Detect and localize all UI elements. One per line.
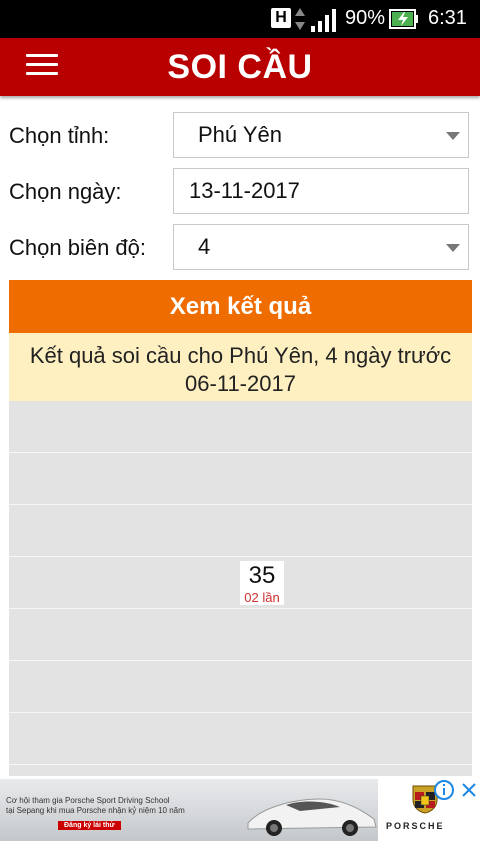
- data-activity-icon: [295, 8, 305, 30]
- battery-percent: 90%: [345, 7, 386, 29]
- page-title: SOI CẦU: [167, 48, 313, 86]
- view-results-button[interactable]: Xem kết quả: [9, 280, 472, 333]
- status-bar: H 90% 6:31: [0, 0, 480, 38]
- ad-text: Cơ hội tham gia Porsche Sport Driving Sc…: [6, 796, 185, 816]
- porsche-logo-text: PORSCHE: [386, 821, 445, 831]
- result-number: 35: [248, 562, 276, 589]
- ad-image[interactable]: Cơ hội tham gia Porsche Sport Driving Sc…: [0, 779, 378, 841]
- grid-divider: [9, 712, 472, 713]
- dropdown-caret-icon: [446, 132, 460, 140]
- range-select[interactable]: 4: [173, 224, 469, 270]
- result-date: 06-11-2017: [185, 371, 296, 396]
- date-value: 13-11-2017: [189, 178, 300, 203]
- date-input[interactable]: 13-11-2017: [173, 168, 469, 214]
- signal-strength-icon: [311, 9, 336, 32]
- result-title: Kết quả soi cầu cho Phú Yên, 4 ngày trướ…: [29, 343, 452, 368]
- ad-banner[interactable]: Cơ hội tham gia Porsche Sport Driving Sc…: [0, 779, 480, 841]
- range-value: 4: [198, 234, 211, 259]
- grid-divider: [9, 452, 472, 453]
- app-toolbar: SOI CẦU: [0, 38, 480, 96]
- ad-info-icon[interactable]: [434, 780, 454, 800]
- ad-close-icon[interactable]: [458, 780, 480, 800]
- province-select[interactable]: Phú Yên: [173, 112, 469, 158]
- network-type-icon: H: [271, 8, 291, 28]
- range-label: Chọn biên độ:: [9, 235, 146, 260]
- hamburger-menu-icon[interactable]: [26, 54, 58, 80]
- ad-cta-button[interactable]: Đăng ký lái thử: [58, 821, 121, 830]
- grid-divider: [9, 764, 472, 765]
- bottom-spacer: [0, 841, 480, 854]
- car-image: [247, 798, 377, 836]
- grid-divider: [9, 504, 472, 505]
- province-value: Phú Yên: [198, 122, 283, 147]
- result-header: Kết quả soi cầu cho Phú Yên, 4 ngày trướ…: [9, 333, 472, 401]
- clock: 6:31: [428, 7, 467, 29]
- dropdown-caret-icon: [446, 244, 460, 252]
- ad-text-line2: tại Sepang khi mua Porsche nhận kỷ niệm …: [6, 806, 185, 815]
- result-cell: 35 02 lần: [240, 561, 284, 605]
- battery-charging-icon: [389, 9, 418, 29]
- grid-divider: [9, 556, 472, 557]
- grid-divider: [9, 608, 472, 609]
- ad-text-line1: Cơ hội tham gia Porsche Sport Driving Sc…: [6, 796, 170, 805]
- date-label: Chọn ngày:: [9, 179, 122, 204]
- result-count: 02 lần: [244, 590, 280, 605]
- grid-divider: [9, 660, 472, 661]
- province-label: Chọn tỉnh:: [9, 123, 110, 148]
